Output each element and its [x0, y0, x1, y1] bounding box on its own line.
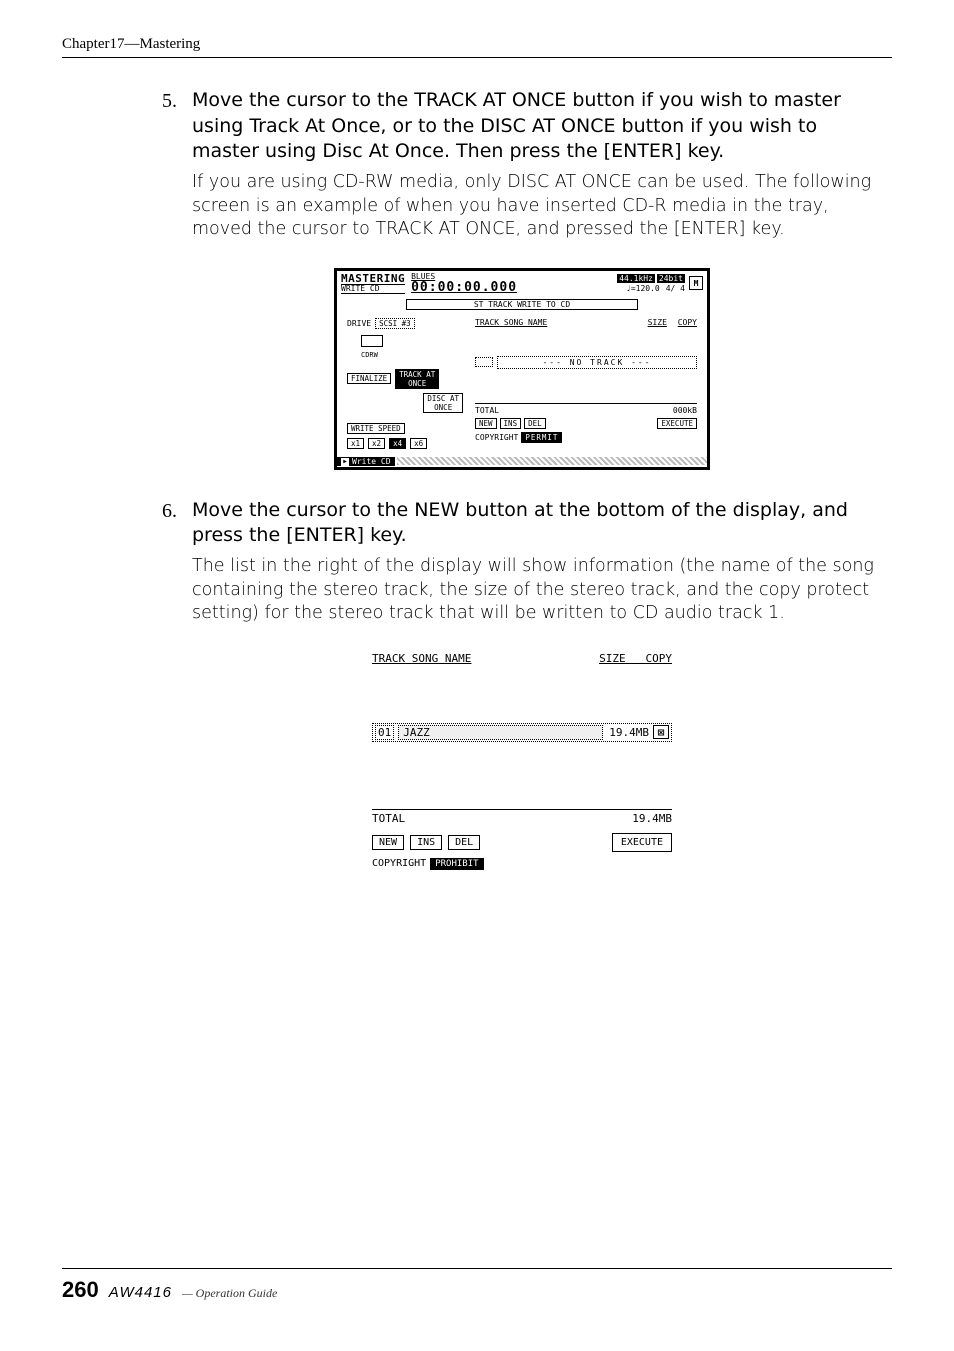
lcd2-copyright-line: COPYRIGHT PROHIBIT [372, 858, 672, 870]
lcd2-total-label: TOTAL [372, 812, 405, 825]
page: Chapter17—Mastering 5. Move the cursor t… [0, 0, 954, 1351]
step-5-instruction: Move the cursor to the TRACK AT ONCE but… [192, 88, 882, 165]
lcd1-time: 00:00:00.000 [411, 281, 517, 294]
lcd1-timesig: 4/ 4 [666, 284, 685, 293]
content: 5. Move the cursor to the TRACK AT ONCE … [162, 88, 882, 871]
lcd1-total-value: 000kB [673, 406, 697, 415]
lcd1-right: TRACK SONG NAME SIZE COPY --- NO TRACK -… [475, 318, 697, 453]
figure-2-wrap: TRACK SONG NAME SIZE COPY 01 JAZZ 19.4MB… [162, 652, 882, 872]
drive-icon [361, 335, 383, 347]
lcd1-subtitle: WRITE CD [341, 285, 405, 294]
hatch-fill [397, 457, 707, 465]
footer: 260 AW4416 — Operation Guide [62, 1268, 892, 1303]
speed-x2-button[interactable]: x2 [368, 438, 385, 449]
ins-button[interactable]: INS [500, 418, 522, 429]
lcd2-size: 19.4MB [609, 726, 649, 739]
finalize-button[interactable]: FINALIZE [347, 373, 391, 384]
lcd1-header-line: ST TRACK WRITE TO CD [406, 299, 638, 310]
lcd2-copyright-value[interactable]: PROHIBIT [430, 858, 483, 870]
lcd1-bitdepth: 24bit [657, 274, 685, 283]
step-5-body: Move the cursor to the TRACK AT ONCE but… [192, 88, 882, 258]
lcd1-samplerate: 44.1kHz [617, 274, 655, 283]
track-at-once-button[interactable]: TRACK AT ONCE [395, 369, 439, 389]
write-speed-label: WRITE SPEED [347, 423, 405, 434]
lcd1-track-slot [475, 357, 493, 367]
speed-x6-button[interactable]: x6 [410, 438, 427, 449]
lcd1-col-track: TRACK SONG NAME [475, 318, 547, 328]
lcd2-list: 01 JAZZ 19.4MB ⊠ [372, 665, 672, 805]
disc-at-once-button[interactable]: DISC AT ONCE [423, 393, 463, 413]
lcd1-drive-type: CDRW [361, 351, 378, 359]
step-6-note: The list in the right of the display wil… [192, 555, 882, 626]
footer-rule [62, 1268, 892, 1269]
lcd2-col-copy: COPY [646, 652, 673, 665]
top-rule [62, 57, 892, 58]
lcd2-new-button[interactable]: NEW [372, 835, 404, 850]
step-5-note: If you are using CD-RW media, only DISC … [192, 171, 882, 242]
lcd2-total-value: 19.4MB [632, 812, 672, 825]
lcd1-left: DRIVE SCSI #3 CDRW FINALIZE TRACK AT O [347, 318, 467, 453]
lcd1-drive-label: DRIVE [347, 319, 371, 328]
lcd2-copyright-label: COPYRIGHT [372, 858, 426, 869]
step-5: 5. Move the cursor to the TRACK AT ONCE … [162, 88, 882, 258]
lcd2-ins-button[interactable]: INS [410, 835, 442, 850]
new-button[interactable]: NEW [475, 418, 497, 429]
lcd2-col-size: SIZE [599, 652, 626, 665]
lcd2-execute-button[interactable]: EXECUTE [612, 833, 672, 852]
lcd2-track-row[interactable]: 01 JAZZ 19.4MB ⊠ [372, 723, 672, 742]
lcd2-col-track-song: TRACK SONG NAME [372, 652, 471, 665]
lcd1-body: DRIVE SCSI #3 CDRW FINALIZE TRACK AT O [337, 314, 707, 457]
step-5-number: 5. [162, 88, 192, 258]
del-button[interactable]: DEL [524, 418, 546, 429]
lcd1-tempo: ♩=120.0 [626, 284, 660, 293]
lcd-screen-1: MASTERING WRITE CD BLUES 00:00:00.000 44… [334, 268, 710, 470]
lcd1-col-size: SIZE [648, 318, 667, 327]
lcd1-drive-value[interactable]: SCSI #3 [375, 318, 415, 329]
model-name: AW4416 [109, 1284, 172, 1301]
lcd2-del-button[interactable]: DEL [448, 835, 480, 850]
page-number: 260 [62, 1277, 99, 1303]
speed-x4-button[interactable]: x4 [389, 438, 406, 449]
step-6-instruction: Move the cursor to the NEW button at the… [192, 498, 882, 549]
lcd2-song-name: JAZZ [398, 725, 603, 740]
step-6-number: 6. [162, 498, 192, 642]
lcd-screen-2: TRACK SONG NAME SIZE COPY 01 JAZZ 19.4MB… [372, 652, 672, 870]
lcd2-track-num: 01 [375, 725, 394, 740]
play-icon: ▶ [341, 458, 349, 466]
lcd1-m-icon: M [689, 276, 703, 290]
write-cd-tab[interactable]: ▶ Write CD [337, 457, 395, 466]
step-6-body: Move the cursor to the NEW button at the… [192, 498, 882, 642]
lcd2-total: TOTAL 19.4MB [372, 809, 672, 825]
lcd1-col-copy: COPY [678, 318, 697, 327]
figure-1-wrap: MASTERING WRITE CD BLUES 00:00:00.000 44… [162, 268, 882, 470]
chapter-header: Chapter17—Mastering [62, 36, 892, 53]
lcd1-titlebar: MASTERING WRITE CD BLUES 00:00:00.000 44… [337, 271, 707, 296]
execute-button[interactable]: EXECUTE [657, 418, 697, 429]
speed-x1-button[interactable]: x1 [347, 438, 364, 449]
copyright-label: COPYRIGHT [475, 433, 518, 442]
lcd2-buttons: NEW INS DEL EXECUTE [372, 833, 672, 852]
guide-label: — Operation Guide [182, 1286, 277, 1301]
copyright-value[interactable]: PERMIT [521, 432, 562, 443]
step-6: 6. Move the cursor to the NEW button at … [162, 498, 882, 642]
lcd1-no-track: --- NO TRACK --- [497, 356, 697, 369]
lcd1-total-label: TOTAL [475, 406, 499, 415]
lcd1-bottom-bar: ▶ Write CD [337, 457, 707, 467]
lcd1-title: MASTERING [341, 273, 405, 285]
lcd2-copy-icon: ⊠ [653, 725, 669, 739]
lcd2-head: TRACK SONG NAME SIZE COPY [372, 652, 672, 665]
